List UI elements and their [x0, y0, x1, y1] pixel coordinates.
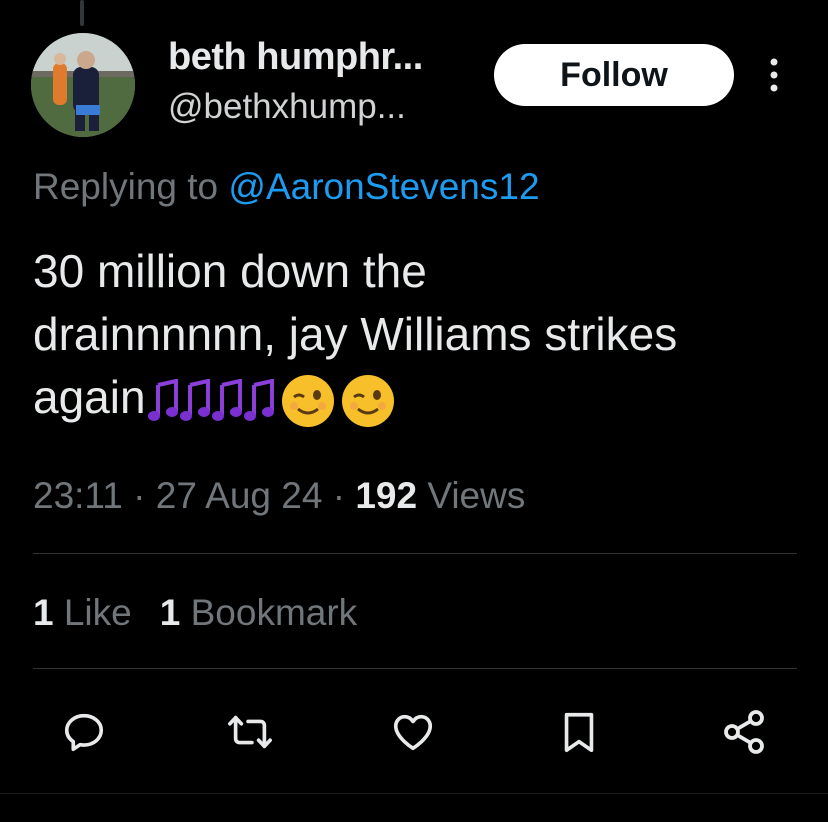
musical-notes-emoji-icon [243, 378, 274, 421]
user-handle[interactable]: @bethxhump... [168, 87, 406, 127]
emoji-row [147, 373, 396, 429]
musical-notes-emoji-icon [179, 378, 210, 421]
replying-prefix: Replying to [33, 166, 229, 207]
tweet-text: 30 million down the drainnnnnn, jay Will… [33, 240, 803, 429]
divider [33, 553, 797, 554]
views-label: Views [427, 475, 526, 516]
bookmarks-count: 1 [159, 592, 181, 633]
replying-to-mention[interactable]: @AaronStevens12 [228, 166, 539, 207]
likes-stat[interactable]: 1 Like [33, 592, 132, 633]
tweet-text-line: drainnnnnn, jay Williams strikes [33, 308, 678, 360]
musical-notes-emoji-icon [147, 378, 178, 421]
winking-face-emoji-icon [341, 374, 394, 427]
reply-icon[interactable] [60, 708, 108, 756]
tweet-meta: 23:11 · 27 Aug 24 · 192 Views [33, 475, 526, 516]
retweet-icon[interactable] [226, 708, 274, 756]
likes-label: Like [63, 592, 132, 633]
tweet-text-line: again [33, 366, 803, 429]
bottom-edge [0, 793, 828, 822]
musical-notes-emoji-icon [211, 378, 242, 421]
display-name[interactable]: beth humphr... [168, 36, 423, 79]
bookmarks-stat[interactable]: 1 Bookmark [160, 592, 357, 633]
avatar[interactable] [31, 33, 135, 137]
tweet-time[interactable]: 23:11 [33, 475, 123, 516]
bookmark-icon[interactable] [555, 708, 603, 756]
divider [33, 668, 797, 669]
share-icon[interactable] [720, 708, 768, 756]
replying-to-line: Replying to @AaronStevens12 [33, 166, 540, 208]
follow-button[interactable]: Follow [494, 44, 734, 106]
likes-count: 1 [33, 592, 54, 633]
views-count: 192 [355, 475, 418, 516]
thread-connector-line [80, 0, 84, 26]
tweet-text-line: 30 million down the [33, 245, 427, 297]
tweet-text-segment: again [33, 371, 146, 423]
engagement-stats: 1 Like 1 Bookmark [33, 592, 357, 634]
tweet-date[interactable]: 27 Aug 24 [156, 475, 323, 516]
heart-icon[interactable] [389, 708, 437, 756]
bookmarks-label: Bookmark [190, 592, 358, 633]
winking-face-emoji-icon [281, 374, 334, 427]
more-vertical-icon[interactable] [764, 56, 784, 96]
